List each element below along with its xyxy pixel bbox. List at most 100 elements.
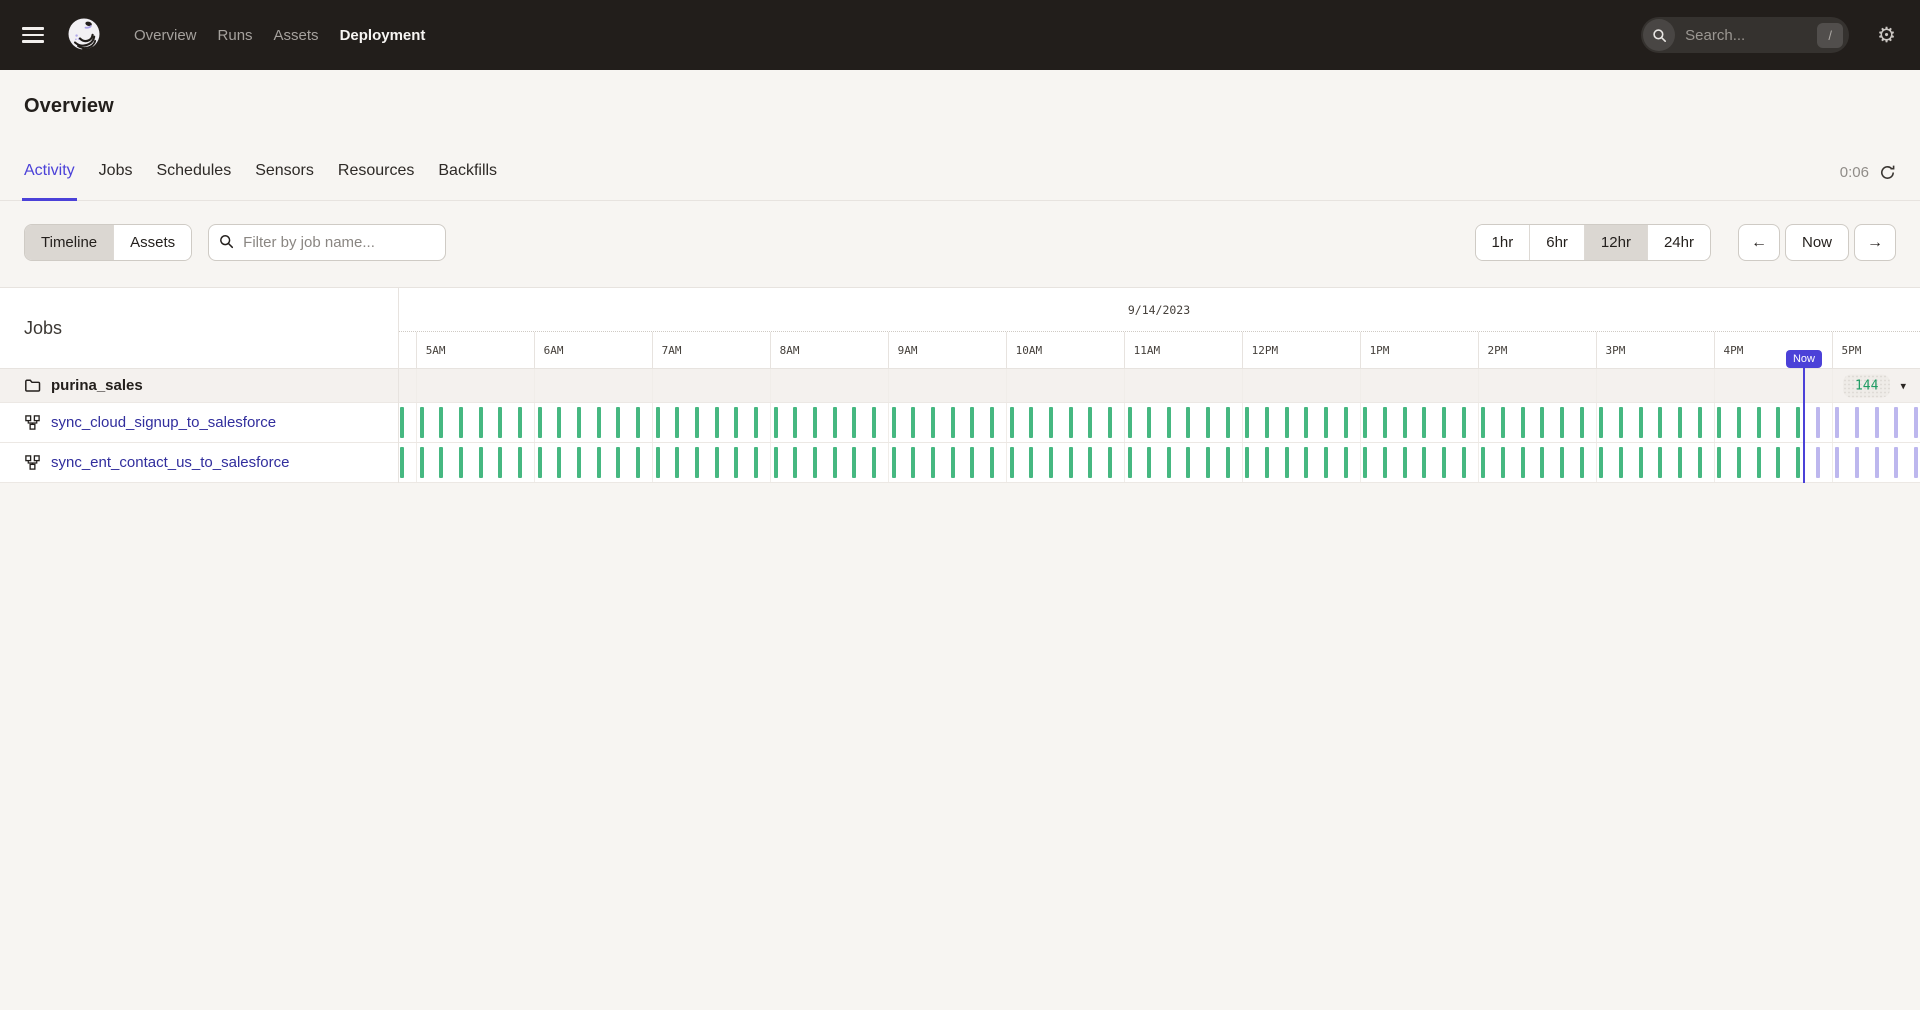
run-tick-succeeded[interactable] [1776, 407, 1780, 438]
run-tick-succeeded[interactable] [538, 407, 542, 438]
timeline-prev-button[interactable]: ← [1738, 224, 1780, 261]
run-tick-succeeded[interactable] [1403, 407, 1407, 438]
run-tick-scheduled[interactable] [1914, 447, 1918, 478]
run-tick-succeeded[interactable] [852, 407, 856, 438]
run-tick-succeeded[interactable] [1383, 407, 1387, 438]
run-tick-succeeded[interactable] [1285, 407, 1289, 438]
run-tick-succeeded[interactable] [675, 447, 679, 478]
run-tick-succeeded[interactable] [774, 447, 778, 478]
run-tick-succeeded[interactable] [1285, 447, 1289, 478]
run-tick-succeeded[interactable] [813, 407, 817, 438]
run-tick-succeeded[interactable] [1481, 447, 1485, 478]
run-tick-succeeded[interactable] [970, 447, 974, 478]
run-tick-succeeded[interactable] [1698, 407, 1702, 438]
run-tick-succeeded[interactable] [1029, 447, 1033, 478]
run-tick-succeeded[interactable] [636, 447, 640, 478]
range-6hr[interactable]: 6hr [1529, 225, 1584, 260]
run-tick-succeeded[interactable] [1088, 447, 1092, 478]
run-tick-succeeded[interactable] [1757, 447, 1761, 478]
run-tick-scheduled[interactable] [1835, 447, 1839, 478]
run-tick-succeeded[interactable] [931, 447, 935, 478]
run-tick-succeeded[interactable] [1344, 447, 1348, 478]
run-tick-succeeded[interactable] [1678, 447, 1682, 478]
run-tick-succeeded[interactable] [1304, 407, 1308, 438]
run-tick-succeeded[interactable] [1639, 447, 1643, 478]
tab-resources[interactable]: Resources [338, 162, 414, 201]
run-tick-succeeded[interactable] [1147, 407, 1151, 438]
run-count-badge[interactable]: 144 [1843, 374, 1890, 397]
run-tick-succeeded[interactable] [498, 447, 502, 478]
run-tick-succeeded[interactable] [1069, 407, 1073, 438]
run-tick-succeeded[interactable] [970, 407, 974, 438]
run-tick-succeeded[interactable] [616, 407, 620, 438]
run-tick-succeeded[interactable] [1501, 447, 1505, 478]
run-tick-succeeded[interactable] [1265, 407, 1269, 438]
run-tick-succeeded[interactable] [833, 447, 837, 478]
run-tick-succeeded[interactable] [1344, 407, 1348, 438]
run-tick-succeeded[interactable] [734, 447, 738, 478]
run-tick-succeeded[interactable] [538, 447, 542, 478]
settings-gear-icon[interactable]: ⚙ [1877, 25, 1896, 46]
run-tick-succeeded[interactable] [557, 407, 561, 438]
run-tick-succeeded[interactable] [1521, 407, 1525, 438]
run-tick-scheduled[interactable] [1894, 447, 1898, 478]
run-tick-scheduled[interactable] [1914, 407, 1918, 438]
run-tick-succeeded[interactable] [1580, 407, 1584, 438]
run-tick-succeeded[interactable] [951, 407, 955, 438]
run-tick-succeeded[interactable] [1560, 407, 1564, 438]
run-tick-succeeded[interactable] [439, 447, 443, 478]
range-1hr[interactable]: 1hr [1476, 225, 1530, 260]
run-tick-succeeded[interactable] [852, 447, 856, 478]
run-tick-succeeded[interactable] [518, 407, 522, 438]
run-tick-succeeded[interactable] [656, 407, 660, 438]
tab-schedules[interactable]: Schedules [156, 162, 231, 201]
run-tick-succeeded[interactable] [498, 407, 502, 438]
run-tick-succeeded[interactable] [1128, 407, 1132, 438]
run-tick-succeeded[interactable] [1501, 407, 1505, 438]
run-tick-succeeded[interactable] [1226, 447, 1230, 478]
nav-item-deployment[interactable]: Deployment [340, 27, 426, 44]
job-link-sync-cloud-signup-to-salesforce[interactable]: sync_cloud_signup_to_salesforce [51, 414, 276, 431]
run-tick-succeeded[interactable] [1462, 407, 1466, 438]
run-tick-succeeded[interactable] [1658, 447, 1662, 478]
run-tick-succeeded[interactable] [1796, 407, 1800, 438]
run-tick-succeeded[interactable] [1422, 407, 1426, 438]
run-tick-succeeded[interactable] [715, 407, 719, 438]
run-tick-succeeded[interactable] [420, 447, 424, 478]
run-tick-succeeded[interactable] [1560, 447, 1564, 478]
run-tick-succeeded[interactable] [1167, 447, 1171, 478]
run-tick-succeeded[interactable] [1796, 447, 1800, 478]
run-tick-scheduled[interactable] [1894, 407, 1898, 438]
run-tick-succeeded[interactable] [1324, 447, 1328, 478]
run-tick-succeeded[interactable] [754, 447, 758, 478]
run-tick-succeeded[interactable] [1757, 407, 1761, 438]
run-tick-succeeded[interactable] [597, 447, 601, 478]
run-tick-succeeded[interactable] [931, 407, 935, 438]
run-tick-succeeded[interactable] [1698, 447, 1702, 478]
run-tick-scheduled[interactable] [1855, 407, 1859, 438]
run-tick-succeeded[interactable] [793, 447, 797, 478]
run-tick-succeeded[interactable] [577, 447, 581, 478]
run-tick-succeeded[interactable] [675, 407, 679, 438]
tab-sensors[interactable]: Sensors [255, 162, 314, 201]
run-tick-succeeded[interactable] [892, 407, 896, 438]
run-tick-succeeded[interactable] [636, 407, 640, 438]
run-tick-succeeded[interactable] [1599, 447, 1603, 478]
run-tick-succeeded[interactable] [459, 447, 463, 478]
job-filter-input[interactable] [208, 224, 446, 261]
run-tick-succeeded[interactable] [1010, 407, 1014, 438]
run-tick-succeeded[interactable] [813, 447, 817, 478]
run-tick-succeeded[interactable] [1069, 447, 1073, 478]
run-tick-succeeded[interactable] [1186, 447, 1190, 478]
run-tick-succeeded[interactable] [1206, 447, 1210, 478]
run-tick-succeeded[interactable] [1206, 407, 1210, 438]
run-tick-succeeded[interactable] [479, 407, 483, 438]
run-tick-succeeded[interactable] [1245, 407, 1249, 438]
run-tick-succeeded[interactable] [734, 407, 738, 438]
run-tick-scheduled[interactable] [1835, 407, 1839, 438]
run-tick-succeeded[interactable] [1226, 407, 1230, 438]
run-tick-succeeded[interactable] [518, 447, 522, 478]
run-tick-succeeded[interactable] [911, 407, 915, 438]
run-tick-succeeded[interactable] [1442, 447, 1446, 478]
run-tick-succeeded[interactable] [990, 447, 994, 478]
